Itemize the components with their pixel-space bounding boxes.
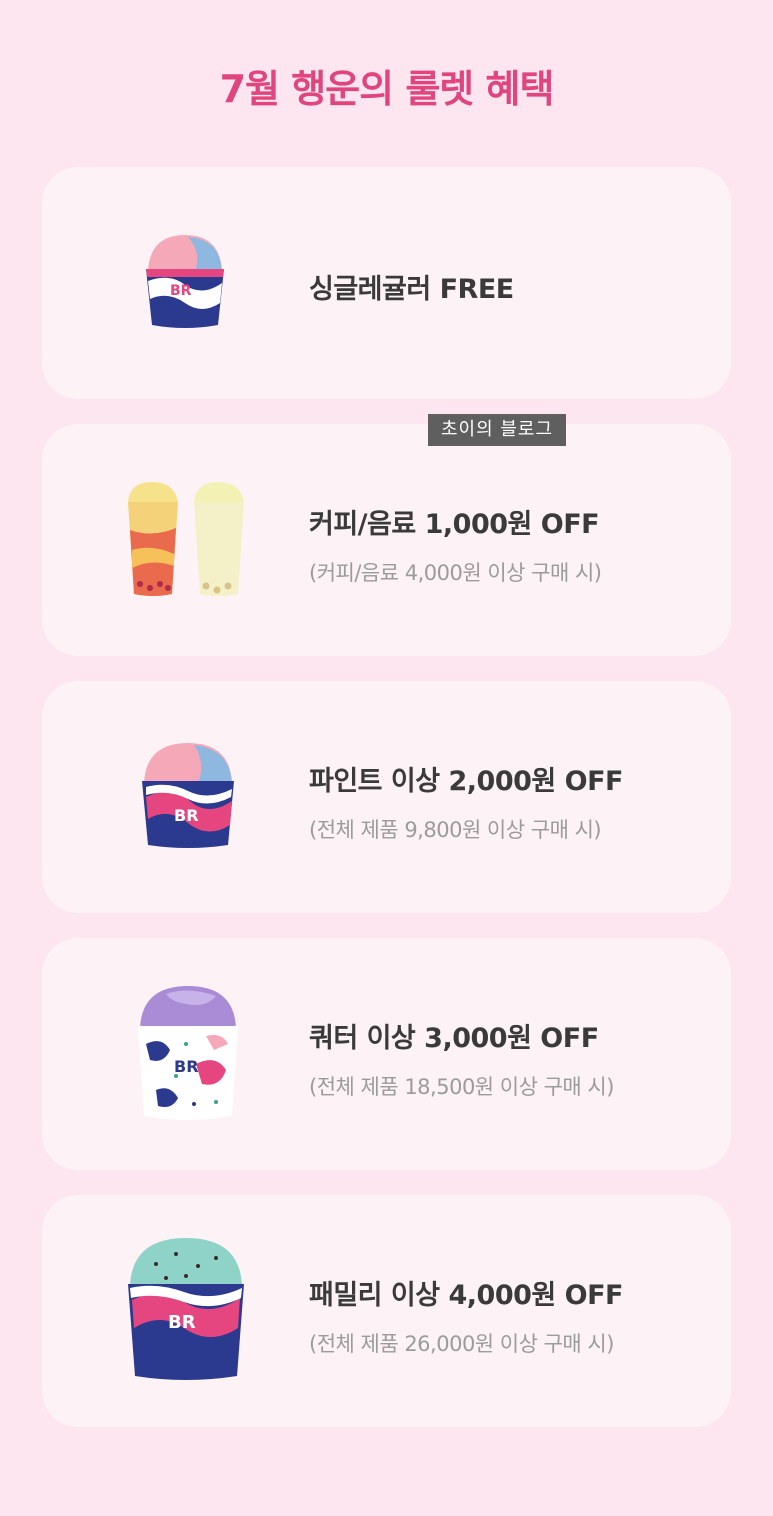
- benefit-card-family[interactable]: BR 패밀리 이상 4,000원 OFF (전체 제품 26,000원 이상 구…: [42, 1195, 731, 1427]
- benefit-title: 파인트 이상 2,000원 OFF: [309, 766, 623, 797]
- benefit-title: 커피/음료 1,000원 OFF: [309, 509, 600, 540]
- benefit-card-quarter[interactable]: BR 쿼터 이상 3,000원 OFF (전체 제품 18,500원 이상 구매…: [42, 938, 731, 1170]
- quarter-cup-icon: BR: [138, 986, 238, 1120]
- watermark: 초이의 블로그: [428, 414, 566, 446]
- page-title: 7월 행운의 룰렛 혜택: [219, 67, 555, 111]
- svg-text:BR: BR: [168, 1312, 196, 1333]
- benefit-condition: (커피/음료 4,000원 이상 구매 시): [309, 561, 602, 585]
- family-cup-icon: BR: [128, 1238, 244, 1380]
- benefit-condition: (전체 제품 18,500원 이상 구매 시): [309, 1075, 614, 1099]
- benefit-title: 싱글레귤러 FREE: [309, 274, 514, 305]
- svg-text:BR: BR: [174, 806, 199, 825]
- pint-cup-icon: BR: [142, 743, 234, 848]
- benefit-condition: (전체 제품 9,800원 이상 구매 시): [309, 818, 602, 842]
- benefit-card-drinks[interactable]: 커피/음료 1,000원 OFF (커피/음료 4,000원 이상 구매 시): [42, 424, 731, 656]
- benefit-title: 쿼터 이상 3,000원 OFF: [309, 1023, 599, 1054]
- benefit-condition: (전체 제품 26,000원 이상 구매 시): [309, 1332, 614, 1356]
- svg-text:BR: BR: [174, 1057, 199, 1076]
- benefit-card-pint[interactable]: BR 파인트 이상 2,000원 OFF (전체 제품 9,800원 이상 구매…: [42, 681, 731, 913]
- single-regular-cup-icon: BR: [146, 235, 224, 328]
- benefit-card-single-regular[interactable]: BR 싱글레귤러 FREE: [42, 167, 731, 399]
- drinks-icon: [128, 482, 244, 596]
- benefit-title: 패밀리 이상 4,000원 OFF: [309, 1280, 623, 1311]
- svg-text:BR: BR: [170, 283, 192, 299]
